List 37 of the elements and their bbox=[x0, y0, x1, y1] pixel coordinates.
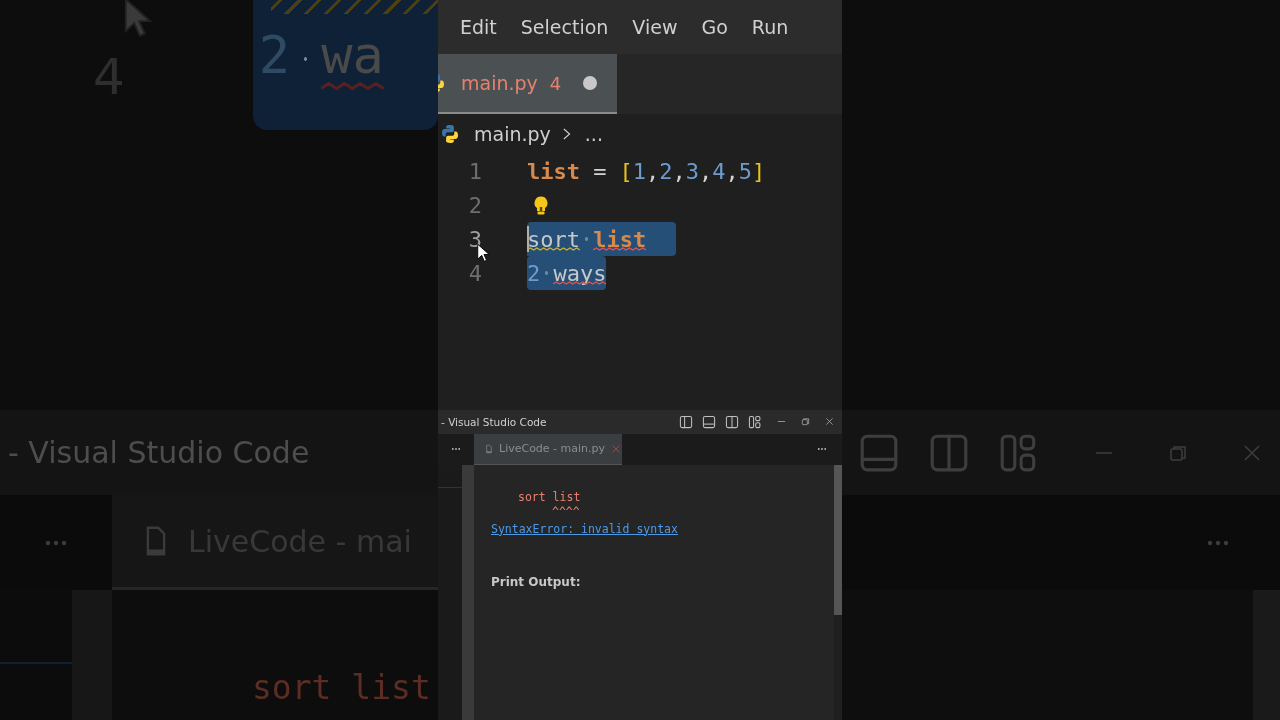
window-title: - Visual Studio Code bbox=[441, 415, 547, 428]
code-token: 4 bbox=[712, 158, 726, 184]
menu-item[interactable]: Edit bbox=[460, 16, 497, 38]
window-title: - Visual Studio Code bbox=[7, 435, 310, 470]
menu-item[interactable]: Go bbox=[701, 16, 728, 38]
menu-item[interactable]: Run bbox=[751, 16, 789, 38]
output-heading: Print Output: bbox=[491, 574, 581, 589]
code-token: = bbox=[593, 158, 607, 184]
breadcrumb-item[interactable]: main.py bbox=[474, 123, 551, 145]
code-token: list bbox=[593, 227, 647, 252]
line-number: 3 bbox=[467, 226, 482, 252]
code-token: , bbox=[646, 158, 660, 184]
code-token: , bbox=[672, 158, 686, 184]
code-token: 2 bbox=[659, 158, 673, 184]
error-output-line: sort list bbox=[252, 668, 431, 707]
error-link[interactable]: SyntaxError: invalid syntax bbox=[491, 520, 678, 537]
code-token: 2 bbox=[527, 260, 541, 286]
breadcrumb-item[interactable]: ... bbox=[584, 123, 603, 145]
code-token: [ bbox=[619, 158, 633, 184]
code-token: ways bbox=[553, 261, 607, 286]
code-token: , bbox=[699, 158, 713, 184]
line-number: 1 bbox=[467, 158, 482, 184]
line-number: 4 bbox=[467, 260, 482, 286]
problem-count: 4 bbox=[549, 72, 562, 94]
code-token: 5 bbox=[738, 158, 753, 184]
code-token: list bbox=[527, 158, 580, 184]
line-number: 2 bbox=[467, 192, 482, 218]
error-caret-marks: ^^^^ bbox=[552, 504, 580, 519]
code-token: 3 bbox=[685, 158, 700, 184]
code-token: wa bbox=[321, 24, 384, 87]
code-token: 1 bbox=[632, 158, 647, 184]
code-token: , bbox=[725, 158, 739, 184]
code-token: ] bbox=[752, 158, 766, 184]
error-output-line: sort list bbox=[518, 488, 581, 505]
menu-item[interactable]: Selection bbox=[520, 16, 609, 38]
code-token: sort bbox=[527, 227, 580, 252]
menu-item[interactable]: View bbox=[632, 16, 678, 38]
